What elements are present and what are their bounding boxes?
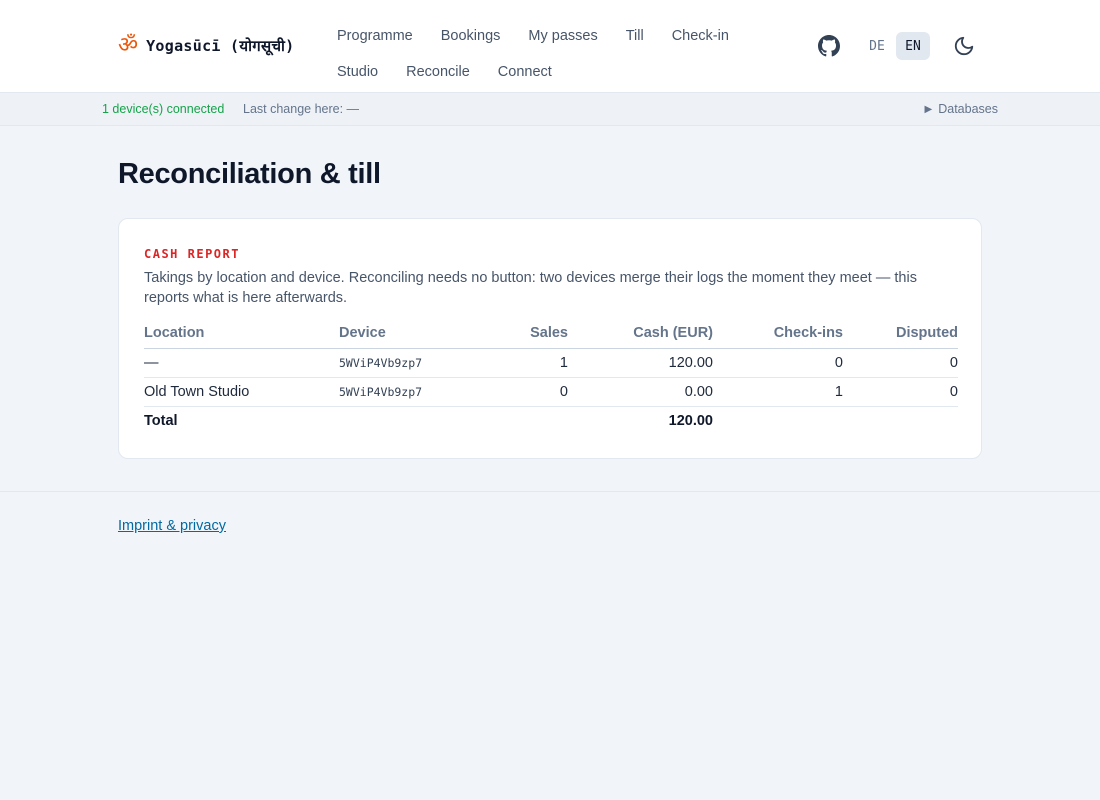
triangle-right-icon: ▶ (924, 103, 933, 115)
nav-row-1: Programme Bookings My passes Till Check-… (337, 18, 777, 54)
footer: Imprint & privacy (0, 491, 1100, 800)
databases-toggle[interactable]: ▶ Databases (925, 102, 998, 116)
cash-report-label: CASH REPORT (144, 247, 240, 261)
page-title: Reconciliation & till (118, 158, 381, 190)
om-icon: ॐ (118, 33, 139, 58)
column-header-cash: Cash (EUR) (568, 319, 713, 349)
cell-device: 5WViP4Vb9zp7 (339, 348, 489, 378)
table-header-row: Location Device Sales Cash (EUR) Check-i… (144, 319, 958, 349)
connection-status: 1 device(s) connected (102, 102, 225, 116)
main-nav: Programme Bookings My passes Till Check-… (337, 18, 777, 90)
table-row: Old Town Studio 5WViP4Vb9zp7 0 0.00 1 0 (144, 377, 958, 407)
nav-item-my-passes[interactable]: My passes (528, 28, 597, 44)
column-header-sales: Sales (489, 319, 568, 349)
nav-item-bookings[interactable]: Bookings (441, 28, 501, 44)
cell-device: 5WViP4Vb9zp7 (339, 377, 489, 407)
total-row: Total 120.00 (144, 406, 958, 435)
language-switch: DE EN (860, 32, 930, 60)
cash-report-card: CASH REPORT Takings by location and devi… (118, 218, 982, 459)
nav-item-connect[interactable]: Connect (498, 64, 552, 80)
nav-item-till[interactable]: Till (626, 28, 644, 44)
imprint-privacy-link[interactable]: Imprint & privacy (118, 518, 226, 534)
cell-cash: 0.00 (568, 377, 713, 407)
nav-item-studio[interactable]: Studio (337, 64, 378, 80)
cell-sales: 0 (489, 377, 568, 407)
brand-logo[interactable]: ॐ Yogasūcī (योगसूची) (118, 34, 295, 58)
cell-check-ins: 1 (713, 377, 843, 407)
databases-label: Databases (938, 102, 998, 116)
nav-item-reconcile[interactable]: Reconcile (406, 64, 470, 80)
lang-de-button[interactable]: DE (860, 32, 894, 60)
cash-report-description: Takings by location and device. Reconcil… (144, 270, 917, 306)
cell-location: — (144, 348, 339, 378)
cell-location: Old Town Studio (144, 377, 339, 407)
github-icon[interactable] (818, 35, 840, 57)
nav-item-check-in[interactable]: Check-in (672, 28, 729, 44)
cell-disputed: 0 (843, 377, 958, 407)
nav-item-programme[interactable]: Programme (337, 28, 413, 44)
cell-check-ins: 0 (713, 348, 843, 378)
column-header-device: Device (339, 319, 489, 349)
moon-icon[interactable] (953, 35, 975, 57)
lang-en-button[interactable]: EN (896, 32, 930, 60)
nav-row-2: Studio Reconcile Connect (337, 54, 777, 90)
last-change-status: Last change here: — (243, 102, 360, 116)
top-header: ॐ Yogasūcī (योगसूची) Programme Bookings … (0, 0, 1100, 93)
column-header-disputed: Disputed (843, 319, 958, 349)
status-bar: 1 device(s) connected Last change here: … (0, 93, 1100, 126)
column-header-check-ins: Check-ins (713, 319, 843, 349)
table-row: — 5WViP4Vb9zp7 1 120.00 0 0 (144, 348, 958, 378)
total-cash: 120.00 (668, 412, 713, 429)
brand-name: Yogasūcī (योगसूची) (146, 37, 295, 55)
column-header-location: Location (144, 319, 339, 349)
cell-sales: 1 (489, 348, 568, 378)
total-label: Total (144, 412, 178, 429)
cell-disputed: 0 (843, 348, 958, 378)
cell-cash: 120.00 (568, 348, 713, 378)
cash-report-table: Location Device Sales Cash (EUR) Check-i… (144, 319, 958, 435)
